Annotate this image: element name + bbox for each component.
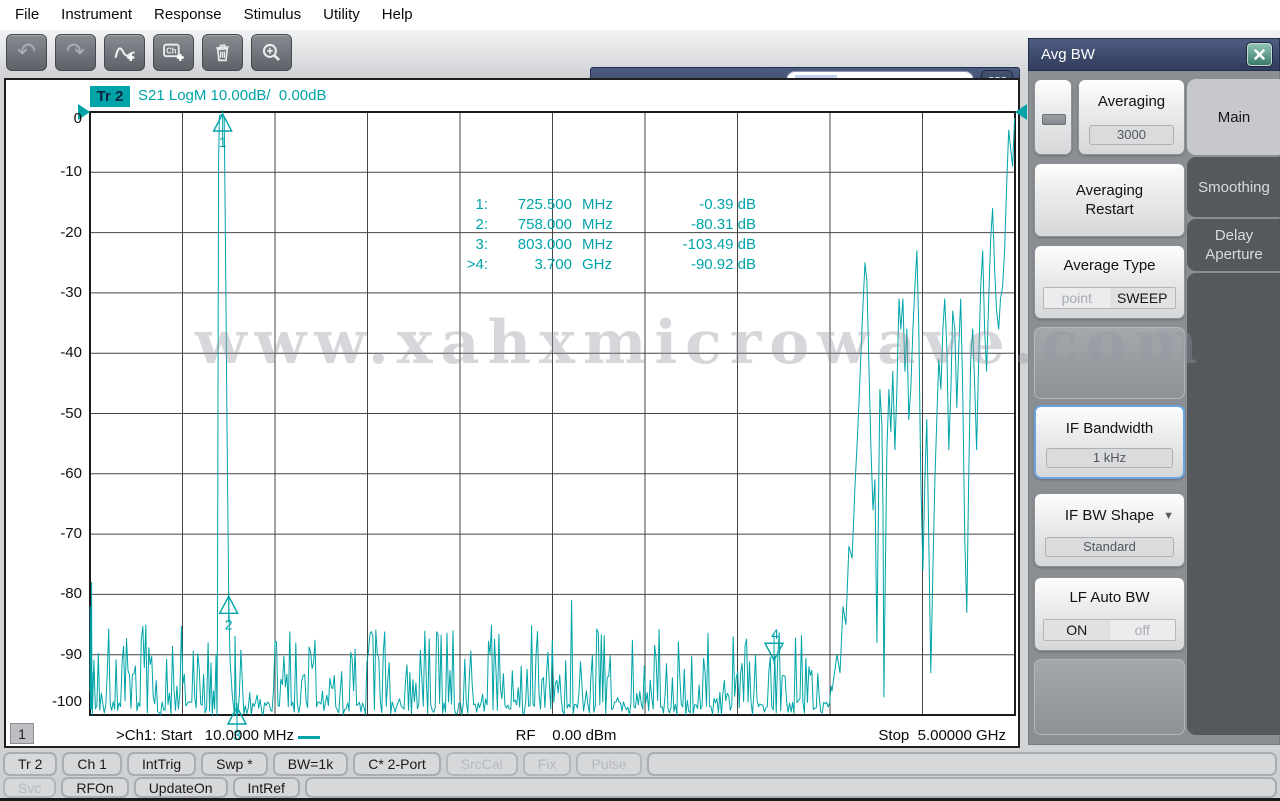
- averaging-toggle-indicator: [1042, 114, 1066, 125]
- lf-auto-bw-label: LF Auto BW: [1035, 588, 1184, 607]
- status-bw-1k[interactable]: BW=1k: [273, 752, 349, 776]
- menu-item-stimulus[interactable]: Stimulus: [233, 0, 313, 30]
- tab-smoothing[interactable]: Smoothing: [1187, 157, 1280, 217]
- avg-bw-panel: Averaging 3000 Averaging Restart Average…: [1028, 71, 1280, 745]
- status-swp-[interactable]: Swp *: [201, 752, 268, 776]
- average-type-toggle[interactable]: pointSWEEP: [1043, 287, 1176, 309]
- status-updateon[interactable]: UpdateOn: [134, 777, 228, 798]
- toggle-option-off[interactable]: off: [1110, 620, 1176, 640]
- zoom-icon[interactable]: [251, 34, 292, 71]
- marker-readout-row-2: 2:758.000MHz-80.31 dB: [452, 215, 756, 235]
- averaging-toggle-button[interactable]: [1034, 79, 1072, 155]
- sweep-start-label: >Ch1: Start 10.0000 MHz: [116, 727, 294, 744]
- blank-button-2: [1034, 659, 1185, 735]
- status-bar: Tr 2Ch 1IntTrigSwp *BW=1kC* 2-PortSrcCal…: [0, 750, 1280, 801]
- y-tick--10: -10: [38, 163, 82, 180]
- chevron-down-icon: ▼: [1163, 510, 1174, 522]
- y-tick--90: -90: [38, 646, 82, 663]
- measurement-graph[interactable]: Tr 2 S21 LogM 10.00dB/ 0.00dB 1234 0-10-…: [4, 78, 1020, 748]
- y-tick--20: -20: [38, 224, 82, 241]
- svg-text:1: 1: [219, 134, 227, 150]
- panel-title: Avg BW: [1041, 46, 1247, 63]
- status-fix: Fix: [523, 752, 572, 776]
- status-empty: [647, 752, 1278, 776]
- status-svc: Svc: [3, 777, 56, 798]
- menu-item-instrument[interactable]: Instrument: [50, 0, 143, 30]
- avg-bw-panel-header: Avg BW: [1028, 38, 1280, 71]
- tab-main[interactable]: Main: [1187, 79, 1280, 155]
- if-bw-shape-button[interactable]: IF BW Shape ▼ Standard: [1034, 493, 1185, 567]
- status-rfon[interactable]: RFOn: [61, 777, 128, 798]
- status-tr-2[interactable]: Tr 2: [3, 752, 57, 776]
- average-type-label: Average Type: [1035, 256, 1184, 275]
- menu-item-utility[interactable]: Utility: [312, 0, 371, 30]
- status-pulse: Pulse: [576, 752, 641, 776]
- undo-icon: ↶: [6, 34, 47, 71]
- lf-auto-bw-toggle[interactable]: ONoff: [1043, 619, 1176, 641]
- svg-text:Ch: Ch: [166, 47, 177, 56]
- marker-4-glyph[interactable]: 4: [765, 626, 783, 664]
- tab-delay-aperture[interactable]: Delay Aperture: [1187, 219, 1280, 271]
- averaging-restart-label: Averaging Restart: [1060, 181, 1160, 219]
- status-srccal: SrcCal: [446, 752, 518, 776]
- y-tick--70: -70: [38, 525, 82, 542]
- close-icon[interactable]: [1247, 43, 1272, 66]
- menu-item-help[interactable]: Help: [371, 0, 424, 30]
- status-empty: [305, 777, 1277, 798]
- averaging-restart-button[interactable]: Averaging Restart: [1034, 163, 1185, 237]
- averaging-label: Averaging: [1079, 92, 1184, 111]
- marker-1-glyph[interactable]: 1: [214, 110, 232, 150]
- vna-application-window: FileInstrumentResponseStimulusUtilityHel…: [0, 0, 1280, 801]
- y-tick--100: -100: [38, 693, 82, 710]
- menu-item-response[interactable]: Response: [143, 0, 233, 30]
- y-tick--30: -30: [38, 284, 82, 301]
- status-intref[interactable]: IntRef: [233, 777, 300, 798]
- menu-bar: FileInstrumentResponseStimulusUtilityHel…: [0, 0, 1280, 30]
- add-channel-icon[interactable]: Ch: [153, 34, 194, 71]
- marker-readout-row-1: 1:725.500MHz-0.39 dB: [452, 195, 756, 215]
- redo-icon: ↷: [55, 34, 96, 71]
- status-ch-1[interactable]: Ch 1: [62, 752, 122, 776]
- y-tick-0: 0: [38, 110, 82, 127]
- add-trace-icon[interactable]: [104, 34, 145, 71]
- if-bandwidth-value: 1 kHz: [1046, 448, 1173, 468]
- averaging-value: 3000: [1089, 125, 1174, 145]
- if-bandwidth-button[interactable]: IF Bandwidth 1 kHz: [1034, 405, 1185, 479]
- trace-color-legend-dash: [298, 736, 320, 739]
- delete-icon[interactable]: [202, 34, 243, 71]
- svg-text:2: 2: [225, 616, 233, 632]
- rf-power-label: RF 0.00 dBm: [466, 727, 666, 744]
- toggle-option-on[interactable]: ON: [1044, 620, 1110, 640]
- status-inttrig[interactable]: IntTrig: [127, 752, 196, 776]
- sweep-stop-label: Stop 5.00000 GHz: [878, 727, 1006, 744]
- marker-2-glyph[interactable]: 2: [220, 592, 238, 632]
- status-c-2-port[interactable]: C* 2-Port: [353, 752, 441, 776]
- blank-button-1: [1034, 327, 1185, 399]
- lf-auto-bw-button[interactable]: LF Auto BW ONoff: [1034, 577, 1185, 651]
- if-bandwidth-label: IF Bandwidth: [1036, 419, 1183, 438]
- y-tick--50: -50: [38, 405, 82, 422]
- marker-readout-row-3: 3:803.000MHz-103.49 dB: [452, 235, 756, 255]
- menu-item-file[interactable]: File: [4, 0, 50, 30]
- status-row-2: SvcRFOn UpdateOnIntRef: [3, 777, 1277, 798]
- marker-readout-row-4: >4:3.700GHz-90.92 dB: [452, 255, 756, 275]
- averaging-button[interactable]: Averaging 3000: [1078, 79, 1185, 155]
- if-bw-shape-label: IF BW Shape: [1035, 506, 1184, 525]
- svg-text:4: 4: [771, 626, 779, 642]
- y-tick--80: -80: [38, 585, 82, 602]
- tab-column-filler: [1187, 273, 1280, 735]
- if-bw-shape-value: Standard: [1045, 537, 1174, 557]
- marker-readout-table: 1:725.500MHz-0.39 dB2:758.000MHz-80.31 d…: [452, 195, 756, 275]
- average-type-button[interactable]: Average Type pointSWEEP: [1034, 245, 1185, 319]
- toggle-option-sweep[interactable]: SWEEP: [1110, 288, 1176, 308]
- channel-badge: 1: [10, 723, 34, 744]
- y-tick--40: -40: [38, 344, 82, 361]
- toggle-option-point[interactable]: point: [1044, 288, 1110, 308]
- y-tick--60: -60: [38, 465, 82, 482]
- status-row-1: Tr 2Ch 1IntTrigSwp *BW=1kC* 2-PortSrcCal…: [3, 752, 1277, 776]
